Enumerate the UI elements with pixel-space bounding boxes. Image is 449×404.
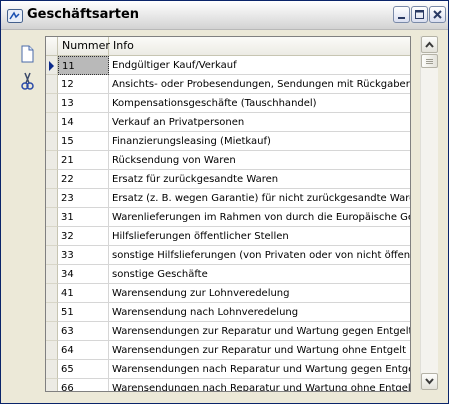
row-indicator[interactable] — [46, 151, 58, 170]
table-row[interactable]: 15 Finanzierungsleasing (Mietkauf) — [46, 132, 410, 151]
row-indicator[interactable] — [46, 189, 58, 208]
row-indicator[interactable] — [46, 265, 58, 284]
cell-nummer[interactable]: 32 — [58, 227, 109, 246]
geschaeftsarten-window: Geschäftsarten Nummer Info 11 Endgültige… — [0, 0, 449, 404]
minimize-button[interactable] — [393, 6, 410, 23]
maximize-button[interactable] — [411, 6, 428, 23]
table-row[interactable]: 51 Warensendung nach Lohnveredelung — [46, 303, 410, 322]
app-icon[interactable] — [7, 8, 23, 23]
window-title: Geschäftsarten — [27, 7, 140, 22]
cell-info[interactable]: Verkauf an Privatpersonen — [109, 113, 410, 132]
cell-info[interactable]: Hilfslieferungen öffentlicher Stellen — [109, 227, 410, 246]
table-row[interactable]: 14 Verkauf an Privatpersonen — [46, 113, 410, 132]
table-row[interactable]: 12 Ansichts- oder Probesendungen, Sendung… — [46, 75, 410, 94]
row-indicator-header — [46, 37, 58, 55]
table-row[interactable]: 11 Endgültiger Kauf/Verkauf — [46, 56, 410, 75]
scissors-icon[interactable] — [17, 71, 37, 91]
cell-nummer[interactable]: 13 — [58, 94, 109, 113]
row-indicator[interactable] — [46, 303, 58, 322]
cell-nummer[interactable]: 23 — [58, 189, 109, 208]
table-row[interactable]: 33 sonstige Hilfslieferungen (von Private… — [46, 246, 410, 265]
cell-info[interactable]: Warensendungen zur Reparatur und Wartung… — [109, 322, 410, 341]
row-indicator[interactable] — [46, 322, 58, 341]
row-indicator[interactable] — [46, 208, 58, 227]
table-row[interactable]: 63 Warensendungen zur Reparatur und Wartu… — [46, 322, 410, 341]
cell-info[interactable]: Warensendungen nach Reparatur und Wartun… — [109, 360, 410, 379]
cell-nummer[interactable]: 21 — [58, 151, 109, 170]
table-row[interactable]: 32 Hilfslieferungen öffentlicher Stellen — [46, 227, 410, 246]
cell-nummer[interactable]: 63 — [58, 322, 109, 341]
scroll-up-button[interactable] — [421, 36, 438, 53]
cell-info[interactable]: Ersatz für zurückgesandte Waren — [109, 170, 410, 189]
cell-info[interactable]: Warensendungen zur Reparatur und Wartung… — [109, 341, 410, 360]
row-indicator[interactable] — [46, 113, 58, 132]
table-row[interactable]: 34 sonstige Geschäfte — [46, 265, 410, 284]
row-indicator[interactable] — [46, 284, 58, 303]
cell-nummer[interactable]: 33 — [58, 246, 109, 265]
cell-nummer[interactable]: 66 — [58, 379, 109, 391]
table-row[interactable]: 41 Warensendung zur Lohnveredelung — [46, 284, 410, 303]
row-indicator[interactable] — [46, 341, 58, 360]
cell-info[interactable]: Ersatz (z. B. wegen Garantie) für nicht … — [109, 189, 410, 208]
cell-info[interactable]: Ansichts- oder Probesendungen, Sendungen… — [109, 75, 410, 94]
cell-info[interactable]: Warenlieferungen im Rahmen von durch die… — [109, 208, 410, 227]
cell-nummer[interactable]: 22 — [58, 170, 109, 189]
grid-header: Nummer Info — [46, 37, 410, 56]
cell-nummer[interactable]: 51 — [58, 303, 109, 322]
table-row[interactable]: 13 Kompensationsgeschäfte (Tauschhandel) — [46, 94, 410, 113]
column-header-nummer[interactable]: Nummer — [58, 37, 110, 55]
title-bar[interactable]: Geschäftsarten — [1, 1, 448, 30]
row-indicator[interactable] — [46, 75, 58, 94]
document-new-icon[interactable] — [17, 44, 37, 64]
close-button[interactable] — [429, 6, 446, 23]
cell-info[interactable]: Warensendungen nach Reparatur und Wartun… — [109, 379, 410, 391]
row-indicator[interactable] — [46, 94, 58, 113]
cell-nummer[interactable]: 65 — [58, 360, 109, 379]
cell-nummer[interactable]: 12 — [58, 75, 109, 94]
table-row[interactable]: 23 Ersatz (z. B. wegen Garantie) für nich… — [46, 189, 410, 208]
table-row[interactable]: 22 Ersatz für zurückgesandte Waren — [46, 170, 410, 189]
cell-nummer[interactable]: 15 — [58, 132, 109, 151]
cell-info[interactable]: sonstige Hilfslieferungen (von Privaten … — [109, 246, 410, 265]
table-row[interactable]: 65 Warensendungen nach Reparatur und Wart… — [46, 360, 410, 379]
cell-info[interactable]: Rücksendung von Waren — [109, 151, 410, 170]
cell-nummer[interactable]: 34 — [58, 265, 109, 284]
cell-nummer[interactable]: 64 — [58, 341, 109, 360]
row-indicator[interactable] — [46, 170, 58, 189]
table-row[interactable]: 64 Warensendungen zur Reparatur und Wartu… — [46, 341, 410, 360]
cell-info[interactable]: sonstige Geschäfte — [109, 265, 410, 284]
vertical-scrollbar[interactable] — [420, 36, 438, 390]
row-indicator[interactable] — [46, 360, 58, 379]
data-grid[interactable]: Nummer Info 11 Endgültiger Kauf/Verkauf 12… — [45, 36, 411, 392]
cell-info[interactable]: Endgültiger Kauf/Verkauf — [109, 56, 410, 75]
cell-nummer[interactable]: 11 — [58, 56, 109, 75]
cell-nummer[interactable]: 14 — [58, 113, 109, 132]
cell-info[interactable]: Warensendung zur Lohnveredelung — [109, 284, 410, 303]
row-indicator[interactable] — [46, 379, 58, 391]
row-indicator[interactable] — [46, 227, 58, 246]
scroll-down-button[interactable] — [421, 373, 438, 390]
column-header-info[interactable]: Info — [109, 37, 410, 55]
scroll-thumb[interactable] — [421, 54, 438, 68]
table-row[interactable]: 66 Warensendungen nach Reparatur und Wart… — [46, 379, 410, 391]
cell-info[interactable]: Warensendung nach Lohnveredelung — [109, 303, 410, 322]
cell-nummer[interactable]: 31 — [58, 208, 109, 227]
row-indicator[interactable] — [46, 56, 58, 75]
cell-info[interactable]: Finanzierungsleasing (Mietkauf) — [109, 132, 410, 151]
row-indicator[interactable] — [46, 246, 58, 265]
table-row[interactable]: 21 Rücksendung von Waren — [46, 151, 410, 170]
cell-info[interactable]: Kompensationsgeschäfte (Tauschhandel) — [109, 94, 410, 113]
row-indicator[interactable] — [46, 132, 58, 151]
cell-nummer[interactable]: 41 — [58, 284, 109, 303]
table-row[interactable]: 31 Warenlieferungen im Rahmen von durch d… — [46, 208, 410, 227]
